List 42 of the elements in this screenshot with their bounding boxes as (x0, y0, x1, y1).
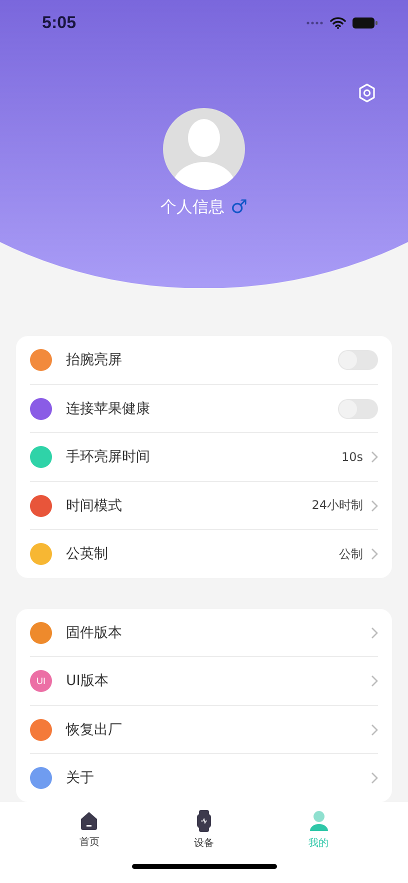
settings-row[interactable]: 公英制 公制 (30, 530, 378, 578)
watch-icon (196, 810, 212, 832)
settings-row[interactable]: 连接苹果健康 (30, 384, 378, 434)
setting-label: 抬腕亮屏 (66, 351, 123, 370)
setting-label: 固件版本 (66, 624, 123, 642)
status-time: 5:05 (42, 12, 76, 32)
settings-icon[interactable] (358, 83, 376, 103)
device-row[interactable]: 固件版本 (30, 608, 378, 658)
device-row[interactable]: 恢复出厂 (30, 706, 378, 754)
setting-label: 手环亮屏时间 (66, 448, 151, 466)
tab-item[interactable]: 设备 (164, 802, 244, 858)
person-icon (308, 810, 330, 832)
toggle-switch[interactable] (338, 398, 378, 419)
chevron-icon (371, 675, 378, 688)
signal-icon (306, 20, 324, 24)
battery-icon (352, 16, 378, 28)
setting-label: 连接苹果健康 (66, 400, 151, 418)
setting-value: 24小时制 (312, 497, 363, 514)
tab-item[interactable]: 首页 (49, 802, 130, 858)
setting-value: 10s (341, 450, 363, 464)
setting-label: 关于 (66, 769, 95, 788)
setting-value: 公制 (339, 546, 363, 563)
home-icon (79, 810, 100, 831)
device-row[interactable]: UI UI版本 (30, 657, 378, 706)
device-row[interactable]: 关于 (30, 754, 378, 802)
toggle-switch[interactable] (338, 350, 378, 370)
chevron-icon (371, 548, 378, 560)
settings-row[interactable]: 手环亮屏时间 10s (30, 433, 378, 482)
setting-label: UI版本 (66, 672, 110, 690)
chevron-icon (371, 626, 378, 639)
setting-label: 时间模式 (66, 496, 123, 515)
gender-symbol: ♂ (230, 196, 248, 218)
wifi-icon (330, 16, 346, 28)
chevron-icon (371, 724, 378, 736)
ui-icon: UI (30, 670, 52, 692)
setting-label: 公英制 (66, 545, 109, 564)
settings-row[interactable]: 时间模式 24小时制 (30, 482, 378, 530)
settings-row[interactable]: 抬腕亮屏 (30, 336, 378, 385)
setting-label: 恢复出厂 (66, 720, 123, 739)
chevron-icon (371, 772, 378, 784)
chevron-icon (371, 451, 378, 464)
chevron-icon (371, 500, 378, 512)
